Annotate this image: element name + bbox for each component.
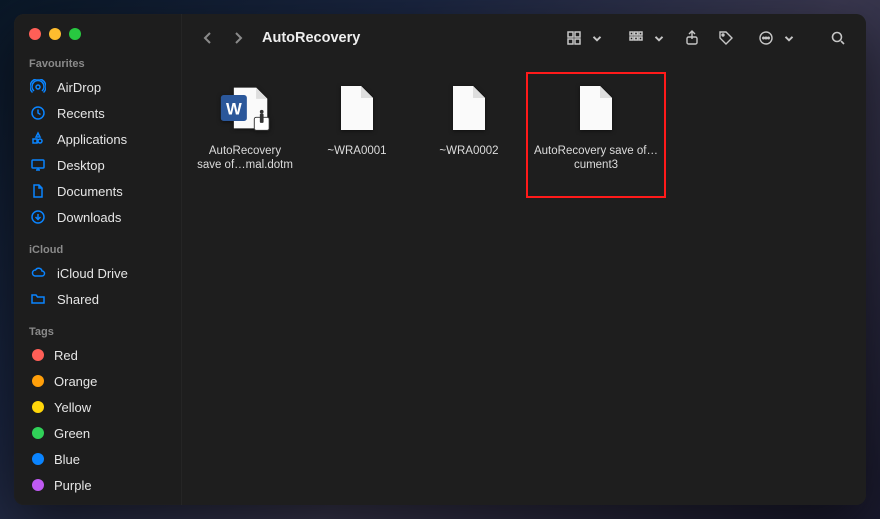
sidebar-item-label: Recents — [57, 106, 105, 121]
generic-doc-icon — [331, 78, 383, 138]
sidebar-item-tag-yellow[interactable]: Yellow — [14, 394, 181, 420]
sidebar-item-label: Blue — [54, 452, 80, 467]
sidebar-item-label: Purple — [54, 478, 92, 493]
tag-dot-icon — [32, 479, 44, 491]
sidebar-item-documents[interactable]: Documents — [14, 178, 181, 204]
tag-dot-icon — [32, 375, 44, 387]
group-by-chevron-icon[interactable] — [652, 24, 666, 52]
sidebar-item-label: AirDrop — [57, 80, 101, 95]
sidebar-item-tag-red[interactable]: Red — [14, 342, 181, 368]
tag-dot-icon — [32, 427, 44, 439]
close-button[interactable] — [29, 28, 41, 40]
sidebar-item-label: iCloud Drive — [57, 266, 128, 281]
generic-doc-icon — [443, 78, 495, 138]
sidebar-item-label: Red — [54, 348, 78, 363]
file-item[interactable]: AutoRecovery save of…cument3 — [528, 74, 664, 196]
tag-dot-icon — [32, 349, 44, 361]
icon-view-button[interactable] — [560, 24, 588, 52]
finder-window: Favourites AirDrop Recents Applications Desk… — [14, 14, 866, 505]
minimize-button[interactable] — [49, 28, 61, 40]
apps-icon — [29, 131, 47, 147]
airdrop-icon — [29, 79, 47, 95]
tags-button[interactable] — [712, 24, 740, 52]
word-doc-icon: W — [219, 78, 271, 138]
search-button[interactable] — [824, 24, 852, 52]
sidebar-section-label: Favourites — [14, 54, 181, 74]
sidebar-item-tag-orange[interactable]: Orange — [14, 368, 181, 394]
sidebar-item-label: Yellow — [54, 400, 91, 415]
desktop-icon — [29, 157, 47, 173]
file-item[interactable]: ~WRA0001 — [304, 74, 410, 196]
file-grid: W AutoRecovery save of…mal.dotm ~WRA0001 ~W… — [182, 62, 866, 505]
zoom-button[interactable] — [69, 28, 81, 40]
sidebar-section-label: iCloud — [14, 240, 181, 260]
window-controls — [14, 26, 181, 54]
action-menu-chevron-icon[interactable] — [782, 24, 796, 52]
sidebar-item-desktop[interactable]: Desktop — [14, 152, 181, 178]
main-pane: AutoRecovery — [182, 14, 866, 505]
view-mode-group — [560, 24, 604, 52]
share-button[interactable] — [678, 24, 706, 52]
doc-icon — [29, 183, 47, 199]
sidebar-item-recents[interactable]: Recents — [14, 100, 181, 126]
action-menu-button[interactable] — [752, 24, 780, 52]
sidebar-item-downloads[interactable]: Downloads — [14, 204, 181, 230]
svg-text:W: W — [226, 100, 242, 119]
sidebar-item-icloud-drive[interactable]: iCloud Drive — [14, 260, 181, 286]
tag-dot-icon — [32, 401, 44, 413]
sidebar-item-label: Desktop — [57, 158, 105, 173]
file-item[interactable]: ~WRA0002 — [416, 74, 522, 196]
file-item[interactable]: W AutoRecovery save of…mal.dotm — [192, 74, 298, 196]
sidebar-item-label: Green — [54, 426, 90, 441]
view-mode-chevron-icon[interactable] — [590, 24, 604, 52]
forward-button[interactable] — [226, 24, 250, 52]
sidebar-item-label: Orange — [54, 374, 97, 389]
sidebar-item-shared[interactable]: Shared — [14, 286, 181, 312]
sidebar-item-label: Shared — [57, 292, 99, 307]
sidebar-item-label: Documents — [57, 184, 123, 199]
sidebar: Favourites AirDrop Recents Applications Desk… — [14, 14, 182, 505]
sidebar-item-tag-purple[interactable]: Purple — [14, 472, 181, 498]
back-button[interactable] — [196, 24, 220, 52]
folder-icon — [29, 291, 47, 307]
file-name-label: AutoRecovery save of…cument3 — [532, 144, 660, 172]
group-by-button[interactable] — [622, 24, 650, 52]
file-name-label: ~WRA0001 — [307, 144, 407, 158]
toolbar: AutoRecovery — [182, 14, 866, 62]
sidebar-item-tag-green[interactable]: Green — [14, 420, 181, 446]
sidebar-item-label: Applications — [57, 132, 127, 147]
sidebar-item-airdrop[interactable]: AirDrop — [14, 74, 181, 100]
action-menu-group — [752, 24, 796, 52]
clock-icon — [29, 105, 47, 121]
file-name-label: ~WRA0002 — [419, 144, 519, 158]
sidebar-item-tag-blue[interactable]: Blue — [14, 446, 181, 472]
generic-doc-icon — [570, 78, 622, 138]
sidebar-item-label: Downloads — [57, 210, 121, 225]
tag-dot-icon — [32, 453, 44, 465]
cloud-icon — [29, 265, 47, 281]
download-icon — [29, 209, 47, 225]
file-name-label: AutoRecovery save of…mal.dotm — [195, 144, 295, 172]
sidebar-item-applications[interactable]: Applications — [14, 126, 181, 152]
folder-title: AutoRecovery — [262, 30, 360, 46]
sidebar-section-label: Tags — [14, 322, 181, 342]
group-by-group — [622, 24, 666, 52]
